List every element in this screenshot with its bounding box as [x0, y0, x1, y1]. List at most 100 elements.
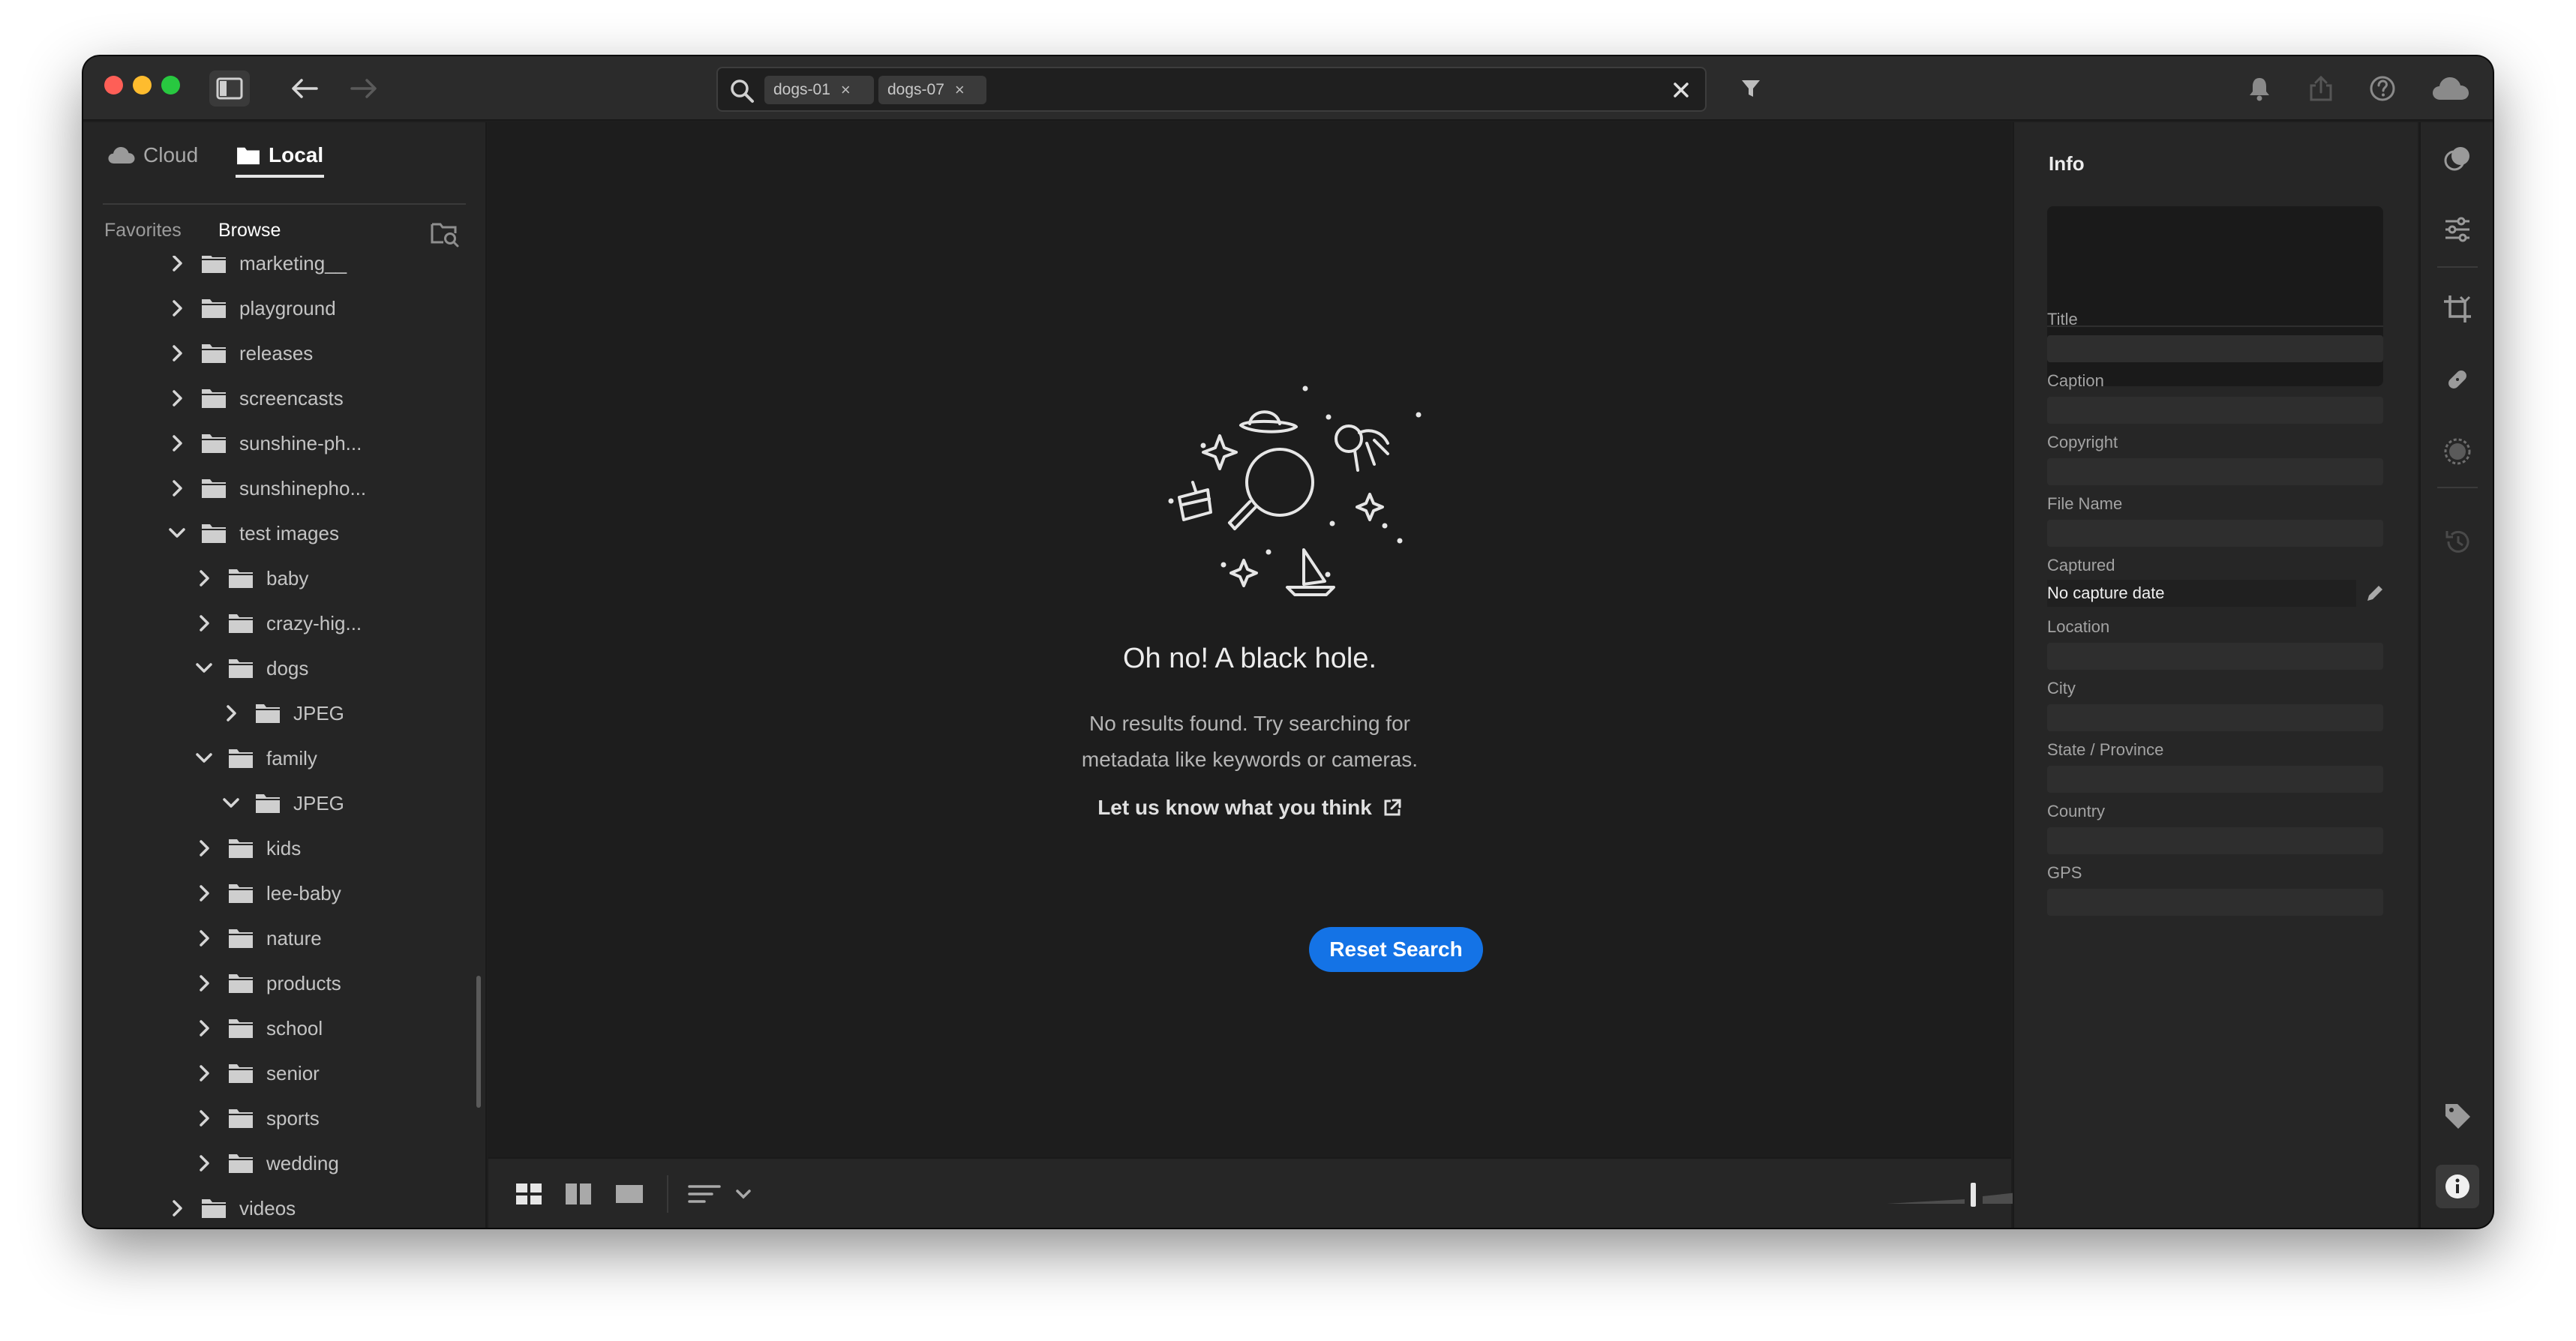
folder-tree-item[interactable]: sunshinepho... [167, 466, 366, 511]
metadata-input[interactable] [2047, 458, 2383, 485]
chevron-right-icon[interactable] [194, 928, 214, 948]
folder-tree-item[interactable]: JPEG [221, 781, 344, 826]
crop-button[interactable] [2436, 287, 2479, 331]
folder-tree-item[interactable]: baby [194, 556, 308, 601]
chevron-right-icon[interactable] [167, 434, 187, 453]
reset-search-button[interactable]: Reset Search [1309, 927, 1483, 972]
close-window-button[interactable] [104, 76, 123, 94]
versions-button[interactable] [2436, 520, 2479, 563]
chevron-right-icon[interactable] [167, 388, 187, 408]
folder-tree-item[interactable]: dogs [194, 646, 308, 691]
folder-tree-item[interactable]: kids [194, 826, 301, 871]
square-grid-view-button[interactable] [562, 1178, 595, 1210]
folder-tree-item[interactable]: marketing__ [167, 256, 347, 286]
edit-button[interactable] [2436, 208, 2479, 251]
chevron-right-icon[interactable] [194, 974, 214, 993]
folder-tree-item[interactable]: school [194, 1006, 323, 1051]
back-button[interactable] [284, 70, 325, 106]
folder-tree-item[interactable]: crazy-hig... [194, 601, 362, 646]
folder-tree-item[interactable]: releases [167, 331, 313, 376]
metadata-input[interactable] [2047, 643, 2383, 670]
chevron-right-icon[interactable] [194, 884, 214, 903]
folder-search-button[interactable] [430, 218, 460, 248]
folder-icon [202, 524, 226, 543]
scrollbar-thumb[interactable] [476, 976, 481, 1108]
info-button[interactable] [2436, 1165, 2479, 1208]
tab-browse[interactable]: Browse [218, 220, 281, 242]
clear-search-button[interactable] [1668, 76, 1695, 104]
sort-menu-button[interactable] [686, 1178, 754, 1210]
metadata-input[interactable] [2047, 397, 2383, 424]
capture-date-value[interactable]: No capture date [2047, 580, 2356, 607]
tab-cloud[interactable]: Cloud [107, 133, 198, 178]
chevron-right-icon[interactable] [194, 1154, 214, 1173]
sidebar-toggle-button[interactable] [209, 70, 250, 106]
tab-favorites[interactable]: Favorites [104, 220, 182, 242]
folder-tree-item[interactable]: family [194, 736, 317, 781]
search-chip[interactable]: dogs-01 × [764, 76, 874, 104]
folder-tree-item[interactable]: nature [194, 916, 322, 961]
chevron-right-icon[interactable] [194, 1064, 214, 1083]
divider [2437, 266, 2478, 268]
search-field[interactable]: dogs-01 × dogs-07 × [716, 67, 1707, 112]
folder-tree-item[interactable]: lee-baby [194, 871, 341, 916]
metadata-input[interactable] [2047, 520, 2383, 547]
pencil-icon[interactable] [2364, 582, 2386, 604]
share-button[interactable] [2301, 70, 2341, 106]
minimize-window-button[interactable] [133, 76, 152, 94]
chevron-down-icon[interactable] [194, 658, 214, 678]
chevron-right-icon[interactable] [167, 478, 187, 498]
grid-view-button[interactable] [512, 1178, 545, 1210]
keywords-button[interactable] [2436, 1094, 2479, 1138]
folder-icon [229, 1064, 253, 1083]
detail-view-button[interactable] [613, 1178, 646, 1210]
field-label: Copyright [2047, 433, 2118, 452]
folder-icon [229, 569, 253, 588]
folder-icon [229, 974, 253, 993]
chevron-down-icon[interactable] [167, 524, 187, 543]
metadata-input[interactable] [2047, 827, 2383, 854]
remove-chip-icon[interactable]: × [841, 80, 851, 100]
folder-tree-item[interactable]: wedding [194, 1141, 339, 1186]
bell-icon [2250, 78, 2269, 101]
chevron-right-icon[interactable] [167, 344, 187, 363]
filter-button[interactable] [1731, 70, 1771, 106]
chevron-right-icon[interactable] [194, 1108, 214, 1128]
folder-tree-item[interactable]: videos [167, 1186, 296, 1228]
chevron-down-icon[interactable] [221, 794, 241, 813]
folder-tree-item[interactable]: products [194, 961, 341, 1006]
folder-tree-item[interactable]: JPEG [221, 691, 344, 736]
feedback-link[interactable]: Let us know what you think [488, 796, 2011, 820]
metadata-input[interactable] [2047, 335, 2383, 362]
chevron-down-icon[interactable] [194, 748, 214, 768]
search-chip[interactable]: dogs-07 × [878, 76, 986, 104]
presets-button[interactable] [2436, 137, 2479, 181]
chevron-right-icon[interactable] [221, 704, 241, 723]
metadata-input[interactable] [2047, 704, 2383, 731]
zoom-window-button[interactable] [161, 76, 180, 94]
help-button[interactable] [2362, 70, 2403, 106]
view-toolbar [488, 1157, 2067, 1228]
tab-local[interactable]: Local [236, 133, 323, 178]
folder-tree-item[interactable]: test images [167, 511, 339, 556]
chevron-right-icon[interactable] [167, 256, 187, 273]
folder-tree-item[interactable]: sunshine-ph... [167, 421, 362, 466]
chevron-right-icon[interactable] [167, 1198, 187, 1218]
metadata-input[interactable] [2047, 766, 2383, 793]
chevron-right-icon[interactable] [194, 614, 214, 633]
folder-tree-item[interactable]: senior [194, 1051, 320, 1096]
notifications-button[interactable] [2239, 70, 2280, 106]
folder-tree-item[interactable]: sports [194, 1096, 320, 1141]
chevron-right-icon[interactable] [167, 298, 187, 318]
folder-tree-item[interactable]: playground [167, 286, 336, 331]
chevron-right-icon[interactable] [194, 568, 214, 588]
metadata-input[interactable] [2047, 889, 2383, 916]
folder-tree-item[interactable]: screencasts [167, 376, 344, 421]
masking-button[interactable] [2436, 430, 2479, 473]
cloud-sync-button[interactable] [2428, 70, 2473, 106]
chevron-right-icon[interactable] [194, 1018, 214, 1038]
forward-button[interactable] [344, 70, 384, 106]
healing-button[interactable] [2436, 358, 2479, 401]
remove-chip-icon[interactable]: × [955, 80, 965, 100]
chevron-right-icon[interactable] [194, 838, 214, 858]
